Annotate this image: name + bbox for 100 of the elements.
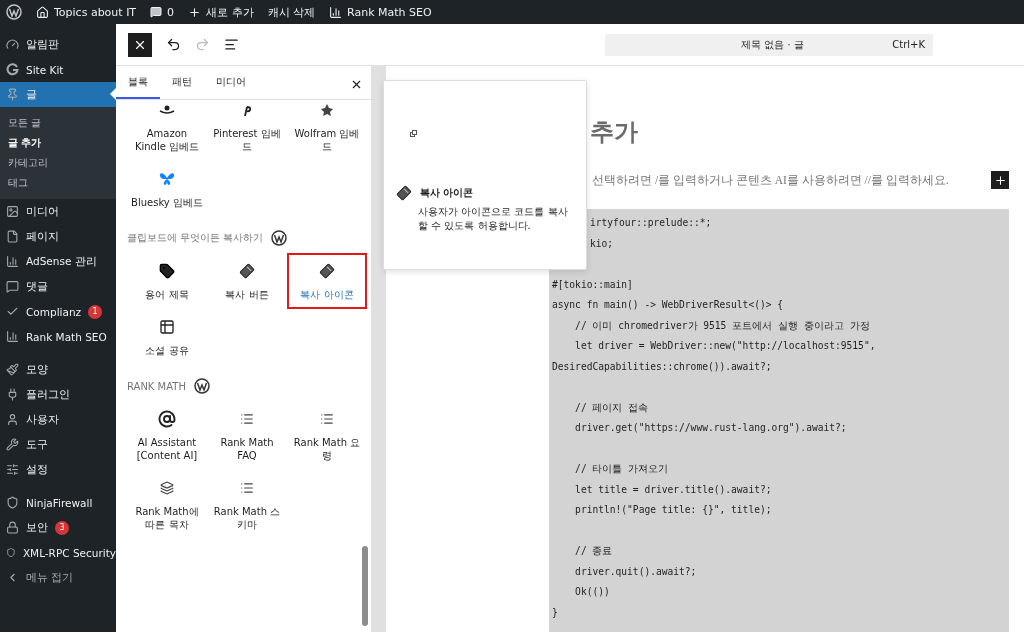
layers-icon xyxy=(160,481,174,495)
undo-button[interactable] xyxy=(166,37,181,52)
paintbrush-icon xyxy=(6,363,19,376)
bar-chart-icon xyxy=(329,5,343,19)
block-item[interactable]: 용어 제목 xyxy=(127,253,207,309)
redo-icon xyxy=(195,37,210,52)
list-icon xyxy=(240,412,254,426)
close-button[interactable] xyxy=(128,32,152,57)
new-link[interactable]: 새로 추가 xyxy=(188,4,254,20)
code-line: async fn main() -> WebDriverResult<()> { xyxy=(552,298,785,312)
comments-link[interactable]: 0 xyxy=(150,5,175,19)
home-icon xyxy=(36,5,49,19)
code-line: let driver = WebDriver::new("http://localhost:9515", xyxy=(574,339,877,353)
menu-item[interactable]: Complianz 1 xyxy=(0,299,116,324)
pin-icon xyxy=(6,88,19,101)
close-button[interactable] xyxy=(350,78,363,91)
menu-item[interactable]: Site Kit xyxy=(0,57,116,82)
menu-item[interactable]: 미디어 xyxy=(0,199,116,224)
list-view-button[interactable] xyxy=(224,37,239,52)
wordpress-logo-icon xyxy=(193,378,210,394)
block-item[interactable]: Rank Math 스키마 xyxy=(207,470,287,539)
code-line: let title = driver.title().await?; xyxy=(574,482,773,497)
butterfly-icon xyxy=(159,172,175,186)
preview-description: 사용자가 아이콘으로 코드를 복사할 수 있도록 허용합니다. xyxy=(417,205,569,233)
code-line: DesiredCapabilities::chrome()).await?; xyxy=(552,359,773,374)
comment-icon xyxy=(6,280,19,293)
seo-link[interactable]: Rank Math SEO xyxy=(329,5,432,19)
count-badge: 3 xyxy=(55,520,69,535)
submenu-item[interactable]: 모든 글 xyxy=(0,113,116,133)
menu-item[interactable]: 도구 xyxy=(0,432,116,457)
code-line: Ok(()) xyxy=(574,585,611,599)
close-icon xyxy=(350,78,363,91)
submenu-item[interactable]: 태그 xyxy=(0,173,116,193)
menu-item[interactable]: 사용자 xyxy=(0,407,116,432)
copy-icon xyxy=(410,129,417,137)
menu-item[interactable]: NinjaFirewall xyxy=(0,490,116,515)
plug-icon xyxy=(6,388,19,401)
code-line: // 타이틀 가져오기 xyxy=(574,462,670,476)
menu-item[interactable]: 글 xyxy=(0,82,116,107)
block-placeholder[interactable]: 선택하려면 /를 입력하거나 콘텐츠 AI를 사용하려면 //를 입력하세요. xyxy=(592,172,983,188)
block-item[interactable]: Rank Math FAQ xyxy=(207,401,287,470)
menu-item[interactable]: Rank Math SEO xyxy=(0,324,116,349)
category-title: 클립보드에 무엇이든 복사하기 xyxy=(127,231,264,245)
amazon-logo-icon xyxy=(158,105,176,115)
code-line: driver.quit().await?; xyxy=(574,564,698,579)
menu-item[interactable]: 댓글 xyxy=(0,274,116,299)
plus-icon xyxy=(188,5,202,19)
cache-link[interactable]: 캐시 삭제 xyxy=(267,4,316,20)
at-sign-icon xyxy=(158,410,176,428)
wordpress-logo-icon xyxy=(6,4,22,20)
menu-item[interactable]: 페이지 xyxy=(0,224,116,249)
list-icon xyxy=(240,481,254,495)
command-bar[interactable]: 제목 없음 · 글 Ctrl+K xyxy=(605,33,933,56)
block-item[interactable]: 복사 아이콘 xyxy=(287,253,367,309)
add-block-button[interactable] xyxy=(991,171,1009,189)
plus-icon xyxy=(993,173,1007,187)
menu-item[interactable]: XML-RPC Security xyxy=(0,540,116,565)
block-item[interactable]: Bluesky 임베드 xyxy=(127,161,207,217)
menu-item[interactable]: AdSense 관리 xyxy=(0,249,116,274)
block-item[interactable]: 소셜 공유 xyxy=(127,309,207,365)
block-item[interactable]: 복사 버튼 xyxy=(207,253,287,309)
wordpress-logo-icon xyxy=(271,230,288,246)
copy-tag-icon xyxy=(239,263,255,279)
block-item[interactable]: Rank Math에 따른 목차 xyxy=(127,470,207,539)
code-line: irtyfour::prelude::*; xyxy=(590,216,713,230)
lock-icon xyxy=(6,521,19,534)
page-icon xyxy=(6,230,19,243)
code-block[interactable] xyxy=(549,209,1009,632)
submenu-item[interactable]: 글 추가 xyxy=(0,133,116,153)
code-line: // 이미 chromedriver가 9515 포트에서 실행 중이라고 가정 xyxy=(574,318,871,333)
count-badge: 1 xyxy=(88,304,103,319)
bar-chart-icon xyxy=(6,330,19,343)
code-line: #[tokio::main] xyxy=(552,277,634,292)
copy-tag-icon xyxy=(319,263,335,279)
inserter-tab[interactable]: 블록 xyxy=(116,75,160,99)
menu-item[interactable]: 모양 xyxy=(0,357,116,382)
user-icon xyxy=(6,413,19,426)
menu-item[interactable]: 설정 xyxy=(0,457,116,482)
menu-item[interactable]: 메뉴 접기 xyxy=(0,565,116,590)
site-link[interactable]: Topics about IT xyxy=(36,5,137,19)
copy-tag-icon xyxy=(396,185,412,201)
block-item[interactable]: Wolfram 임베드 xyxy=(287,92,367,161)
block-item[interactable]: Rank Math 요령 xyxy=(287,401,367,470)
menu-item[interactable]: 보안 3 xyxy=(0,515,116,540)
list-view-icon xyxy=(224,37,239,52)
sliders-icon xyxy=(6,463,19,476)
list-icon xyxy=(320,412,334,426)
code-line: } xyxy=(552,605,559,620)
menu-item[interactable]: 알림판 xyxy=(0,32,116,57)
submenu-item[interactable]: 카테고리 xyxy=(0,153,116,173)
check-icon xyxy=(6,305,19,318)
wolfram-logo-icon xyxy=(321,104,333,116)
comment-icon xyxy=(150,6,163,18)
code-line: driver.get("https://www.rust-lang.org").await?; xyxy=(574,421,848,435)
shield-icon xyxy=(6,546,16,559)
menu-item[interactable]: 플러그인 xyxy=(0,382,116,407)
block-item[interactable]: AI Assistant [Content AI] xyxy=(127,401,207,470)
preview-title: 복사 아이콘 xyxy=(420,186,474,200)
category-title: RANK MATH xyxy=(127,380,186,392)
gauge-icon xyxy=(6,38,19,51)
